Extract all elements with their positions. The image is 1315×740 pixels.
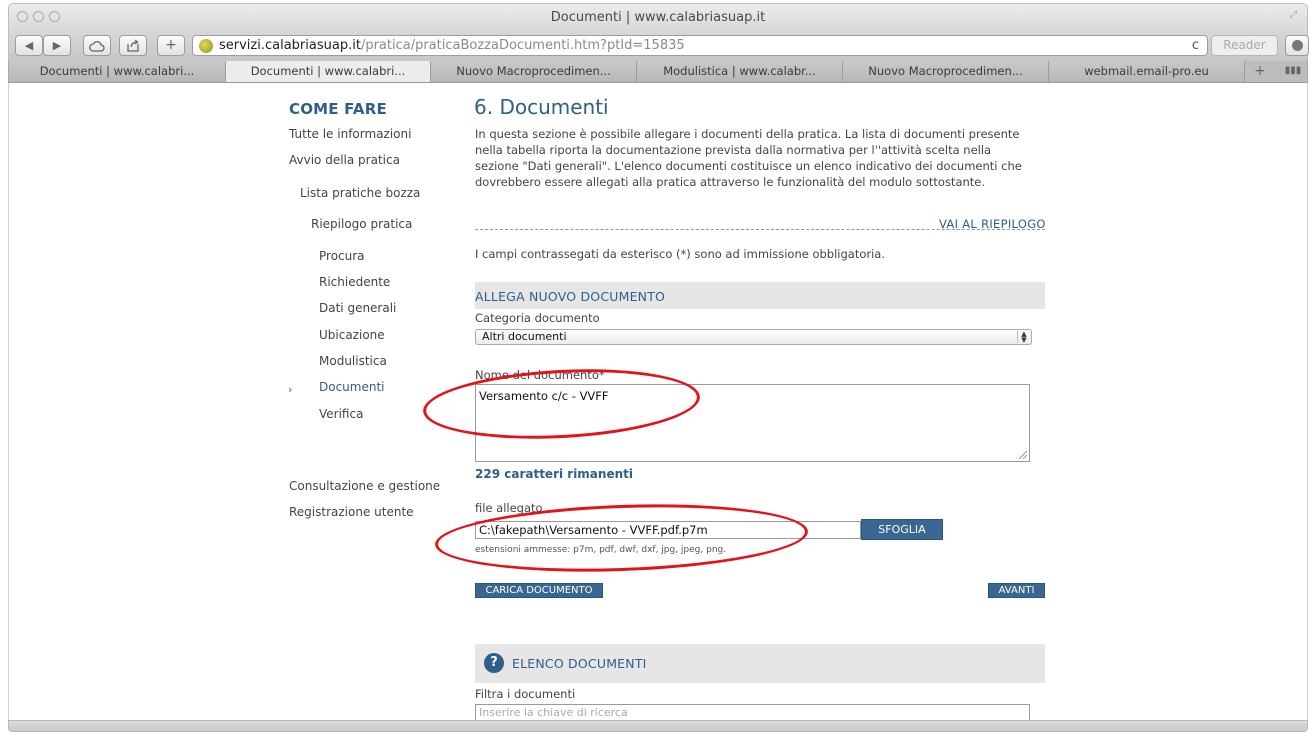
- sidebar-item-avvio-della-pratica[interactable]: Avvio della pratica: [289, 153, 400, 167]
- new-tab-button[interactable]: +: [157, 35, 185, 56]
- avanti-button[interactable]: AVANTI: [988, 583, 1045, 598]
- forward-button[interactable]: ▶: [43, 35, 71, 56]
- required-fields-note: I campi contrassegati da esterisco (*) s…: [475, 247, 886, 261]
- sidebar-title: COME FARE: [289, 100, 387, 118]
- sidebar-item-riepilogo-pratica[interactable]: Riepilogo pratica: [311, 217, 412, 231]
- page-title: 6. Documenti: [474, 95, 609, 119]
- elenco-section-title: ELENCO DOCUMENTI: [512, 656, 647, 671]
- tab-6[interactable]: webmail.email-pro.eu: [1049, 61, 1245, 82]
- share-button[interactable]: [119, 35, 147, 56]
- back-button[interactable]: ◀: [15, 35, 43, 56]
- reload-icon[interactable]: c: [1192, 36, 1199, 55]
- cloud-icon: [89, 41, 105, 52]
- sidebar-item-registrazione-utente[interactable]: Registrazione utente: [289, 505, 414, 519]
- window-title: Documenti | www.calabriasuap.it: [550, 10, 766, 25]
- sidebar-item-lista-pratiche-bozza[interactable]: Lista pratiche bozza: [300, 186, 420, 200]
- sidebar-item-modulistica[interactable]: Modulistica: [319, 354, 387, 368]
- sidebar-item-richiedente[interactable]: Richiedente: [319, 275, 390, 289]
- reader-button[interactable]: Reader: [1211, 35, 1278, 56]
- status-bar: [8, 720, 1308, 732]
- tab-2-active[interactable]: Documenti | www.calabri...: [226, 61, 431, 82]
- tab-3[interactable]: Nuovo Macroprocedimen...: [431, 61, 637, 82]
- site-favicon-icon: [199, 39, 213, 53]
- icloud-tabs-button[interactable]: [83, 35, 111, 56]
- filter-search-input[interactable]: Inserire la chiave di ricerca: [475, 704, 1030, 720]
- categoria-selected-value: Altri documenti: [482, 330, 567, 343]
- sidebar-item-ubicazione[interactable]: Ubicazione: [319, 328, 385, 342]
- dotted-divider: [475, 229, 1045, 230]
- sidebar-item-consultazione-e-gestione[interactable]: Consultazione e gestione: [289, 479, 440, 493]
- url-path: /pratica/praticaBozzaDocumenti.htm?ptId=…: [360, 38, 685, 53]
- address-bar[interactable]: servizi.calabriasuap.it/pratica/praticaB…: [192, 35, 1208, 56]
- url-host: servizi.calabriasuap.it: [219, 38, 361, 53]
- share-icon: [127, 39, 139, 52]
- fullscreen-icon[interactable]: ⤢: [1290, 10, 1297, 20]
- downloads-button[interactable]: [1285, 35, 1309, 56]
- tab-4[interactable]: Modulistica | www.calabr...: [637, 61, 843, 82]
- sidebar-item-verifica[interactable]: Verifica: [319, 407, 363, 421]
- sidebar-item-documenti[interactable]: Documenti: [319, 380, 385, 394]
- chars-remaining: 229 caratteri rimanenti: [475, 467, 633, 481]
- sidebar-item-tutte-le-informazioni[interactable]: Tutte le informazioni: [289, 127, 411, 141]
- resize-grip-icon[interactable]: [1019, 451, 1027, 459]
- add-tab-icon[interactable]: +: [1245, 61, 1275, 82]
- intro-text: In questa sezione è possibile allegare i…: [475, 127, 1022, 189]
- select-arrows-icon: ▲ ▼: [1017, 331, 1030, 344]
- filtra-label: Filtra i documenti: [475, 687, 576, 701]
- allega-section-title: ALLEGA NUOVO DOCUMENTO: [475, 289, 666, 304]
- tab-5[interactable]: Nuovo Macroprocedimen...: [843, 61, 1049, 82]
- sidebar-item-dati-generali[interactable]: Dati generali: [319, 301, 396, 315]
- tab-overview-icon[interactable]: ▮▮▮: [1279, 61, 1307, 82]
- categoria-select[interactable]: Altri documenti ▲ ▼: [475, 329, 1032, 345]
- tab-1[interactable]: Documenti | www.calabri...: [9, 61, 226, 82]
- sfoglia-button[interactable]: SFOGLIA: [861, 519, 943, 540]
- window-titlebar: Documenti | www.calabriasuap.it ⤢: [8, 3, 1308, 31]
- help-icon[interactable]: ?: [484, 653, 504, 673]
- categoria-label: Categoria documento: [475, 311, 600, 325]
- current-item-chevron-icon: ›: [288, 383, 293, 396]
- tab-bar: Documenti | www.calabri... Documenti | w…: [8, 61, 1308, 83]
- browser-toolbar: ◀ ▶ + servizi.calabriasuap.it/pratica/pr…: [8, 31, 1309, 61]
- carica-documento-button[interactable]: CARICA DOCUMENTO: [475, 583, 603, 598]
- page-viewport: COME FARE Tutte le informazioni Avvio de…: [8, 83, 1308, 720]
- sidebar-item-procura[interactable]: Procura: [319, 249, 365, 263]
